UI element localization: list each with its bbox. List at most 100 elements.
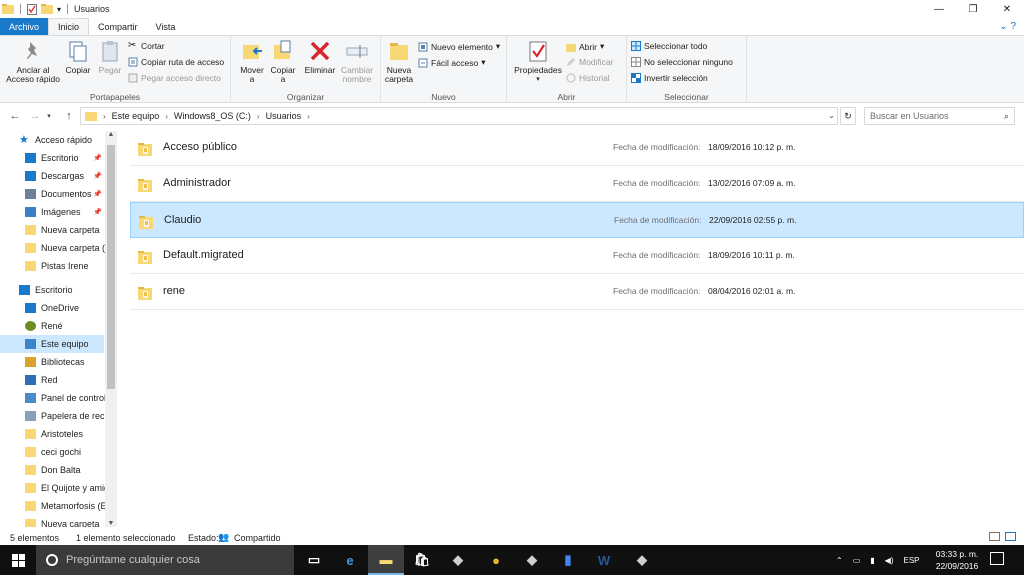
properties-button[interactable]: Propiedades ▾ <box>512 39 564 84</box>
folder-icon <box>85 112 97 121</box>
taskbar-app-button[interactable]: W <box>586 545 622 575</box>
breadcrumb-este-equipo[interactable]: Este equipo <box>112 111 160 121</box>
nav-item[interactable]: Metamorfosis (E <box>0 497 118 515</box>
tab-archivo[interactable]: Archivo <box>0 18 49 35</box>
title-bar: ▾ Usuarios — ❐ ✕ <box>0 0 1024 18</box>
copy-to-button[interactable]: Copiar a <box>268 39 298 84</box>
copy-path-button[interactable]: Copiar ruta de acceso <box>128 57 224 67</box>
chevron-right-icon[interactable]: › <box>257 112 260 121</box>
tab-inicio[interactable]: Inicio <box>48 18 90 35</box>
notification-icon[interactable] <box>990 552 1004 565</box>
chevron-up-icon[interactable]: ⌃ <box>836 556 843 565</box>
chevron-right-icon[interactable]: › <box>307 112 310 121</box>
clock[interactable]: 03:33 p. m. 22/09/2016 <box>928 548 986 572</box>
move-to-button[interactable]: Mover a <box>237 39 267 84</box>
chevron-right-icon[interactable]: › <box>165 112 168 121</box>
scroll-thumb[interactable] <box>107 145 115 389</box>
taskbar-app-button[interactable]: ▭ <box>296 545 332 575</box>
nav-item[interactable]: ★ Acceso rápido <box>0 131 118 149</box>
properties-icon[interactable] <box>27 3 37 15</box>
taskbar-app-button[interactable]: ▬ <box>368 545 404 575</box>
taskbar-app-button[interactable]: 🛍 <box>404 545 440 575</box>
paste-shortcut-button[interactable]: Pegar acceso directo <box>128 73 221 83</box>
nav-item[interactable]: Imágenes 📌 <box>0 203 118 221</box>
pin-quick-access-button[interactable]: Anclar al Acceso rápido <box>4 39 62 84</box>
file-row[interactable]: Claudio Fecha de modificación: 22/09/2016 … <box>130 202 1024 238</box>
history-button[interactable]: Historial <box>566 73 610 83</box>
nav-item[interactable]: ceci gochi <box>0 443 118 461</box>
taskbar-app-button[interactable]: ◆ <box>624 545 660 575</box>
open-button[interactable]: Abrir ▾ <box>566 41 604 52</box>
nav-item-label: OneDrive <box>41 303 80 313</box>
breadcrumb-usuarios[interactable]: Usuarios <box>266 111 302 121</box>
language-indicator[interactable]: ESP <box>904 556 920 565</box>
nav-item[interactable]: OneDrive <box>0 299 118 317</box>
select-all-button[interactable]: Seleccionar todo <box>631 41 707 51</box>
search-input[interactable]: Buscar en Usuarios ⌕ <box>864 107 1015 125</box>
file-row[interactable]: rene Fecha de modificación: 08/04/2016 02:… <box>130 274 1024 310</box>
delete-button[interactable]: Eliminar <box>303 39 337 75</box>
help-icon[interactable]: ⌄ ? <box>999 21 1016 32</box>
chevron-down-icon[interactable]: ⌄ <box>828 111 835 120</box>
minimize-button[interactable]: — <box>922 0 956 18</box>
nav-item[interactable]: El Quijote y amig <box>0 479 118 497</box>
nav-item[interactable]: Escritorio 📌 <box>0 149 118 167</box>
easy-access-button[interactable]: Fácil acceso ▾ <box>418 57 486 68</box>
nav-item[interactable]: Escritorio <box>0 281 118 299</box>
cut-button[interactable]: ✂ Cortar <box>128 41 165 52</box>
up-button[interactable]: ↑ <box>62 110 76 122</box>
taskbar-app-button[interactable]: e <box>332 545 368 575</box>
tiles-view-icon[interactable] <box>1005 532 1016 541</box>
recent-locations-button[interactable]: ▾ <box>42 112 56 120</box>
new-folder-icon[interactable] <box>41 4 53 14</box>
scroll-up-icon[interactable]: ▲ <box>105 131 117 138</box>
taskbar-app-button[interactable]: ● <box>478 545 514 575</box>
invert-selection-button[interactable]: Invertir selección <box>631 73 708 83</box>
nav-item[interactable]: Papelera de recic <box>0 407 118 425</box>
taskbar-app-button[interactable]: ▮ <box>550 545 586 575</box>
nav-item[interactable]: Pistas Irene <box>0 257 118 275</box>
edit-button[interactable]: Modificar <box>566 57 613 67</box>
nav-item[interactable]: Nueva carpeta <box>0 515 118 527</box>
new-folder-button[interactable]: Nueva carpeta <box>383 39 415 84</box>
taskbar-app-button[interactable]: ◆ <box>514 545 550 575</box>
nav-item[interactable]: Panel de control <box>0 389 118 407</box>
file-row[interactable]: Default.migrated Fecha de modificación: 18… <box>130 238 1024 274</box>
breadcrumb-windows8-os[interactable]: Windows8_OS (C:) <box>174 111 251 121</box>
new-item-button[interactable]: Nuevo elemento ▾ <box>418 41 500 52</box>
close-button[interactable]: ✕ <box>990 0 1024 18</box>
restore-button[interactable]: ❐ <box>956 0 990 18</box>
nav-item[interactable]: Nueva carpeta <box>0 221 118 239</box>
nav-item[interactable]: Aristoteles <box>0 425 118 443</box>
cortana-search[interactable]: Pregúntame cualquier cosa <box>36 545 294 575</box>
nav-item[interactable]: Nueva carpeta (2 <box>0 239 118 257</box>
tab-compartir[interactable]: Compartir <box>89 18 147 35</box>
forward-button[interactable]: → <box>28 110 42 122</box>
nav-item[interactable]: Este equipo <box>0 335 104 353</box>
paste-button[interactable]: Pegar <box>94 39 126 75</box>
refresh-button[interactable]: ↻ <box>840 107 856 125</box>
nav-item[interactable]: Bibliotecas <box>0 353 118 371</box>
copy-button[interactable]: Copiar <box>62 39 94 75</box>
nav-item[interactable]: Descargas 📌 <box>0 167 118 185</box>
nav-item[interactable]: Red <box>0 371 118 389</box>
network-icon[interactable]: ▭ <box>853 556 861 565</box>
file-row[interactable]: Acceso público Fecha de modificación: 18/0… <box>130 130 1024 166</box>
start-button[interactable] <box>0 545 36 575</box>
back-button[interactable]: ← <box>8 110 22 122</box>
nav-item[interactable]: René <box>0 317 118 335</box>
select-none-button[interactable]: No seleccionar ninguno <box>631 57 733 67</box>
details-view-icon[interactable] <box>989 532 1000 541</box>
rename-button[interactable]: Cambiar nombre <box>339 39 375 84</box>
tab-vista[interactable]: Vista <box>147 18 185 35</box>
battery-icon[interactable]: ▮ <box>870 556 874 565</box>
nav-item[interactable]: Documentos 📌 <box>0 185 118 203</box>
volume-icon[interactable]: ◀) <box>885 556 894 565</box>
file-row[interactable]: Administrador Fecha de modificación: 13/02… <box>130 166 1024 202</box>
navigation-scrollbar[interactable]: ▲ ▼ <box>105 131 117 527</box>
customize-toolbar-icon[interactable]: ▾ <box>57 5 61 14</box>
nav-item[interactable]: Don Balta <box>0 461 118 479</box>
address-bar[interactable]: › Este equipo › Windows8_OS (C:) › Usuar… <box>80 107 838 125</box>
taskbar-app-button[interactable]: ◆ <box>440 545 476 575</box>
scroll-down-icon[interactable]: ▼ <box>105 520 117 527</box>
